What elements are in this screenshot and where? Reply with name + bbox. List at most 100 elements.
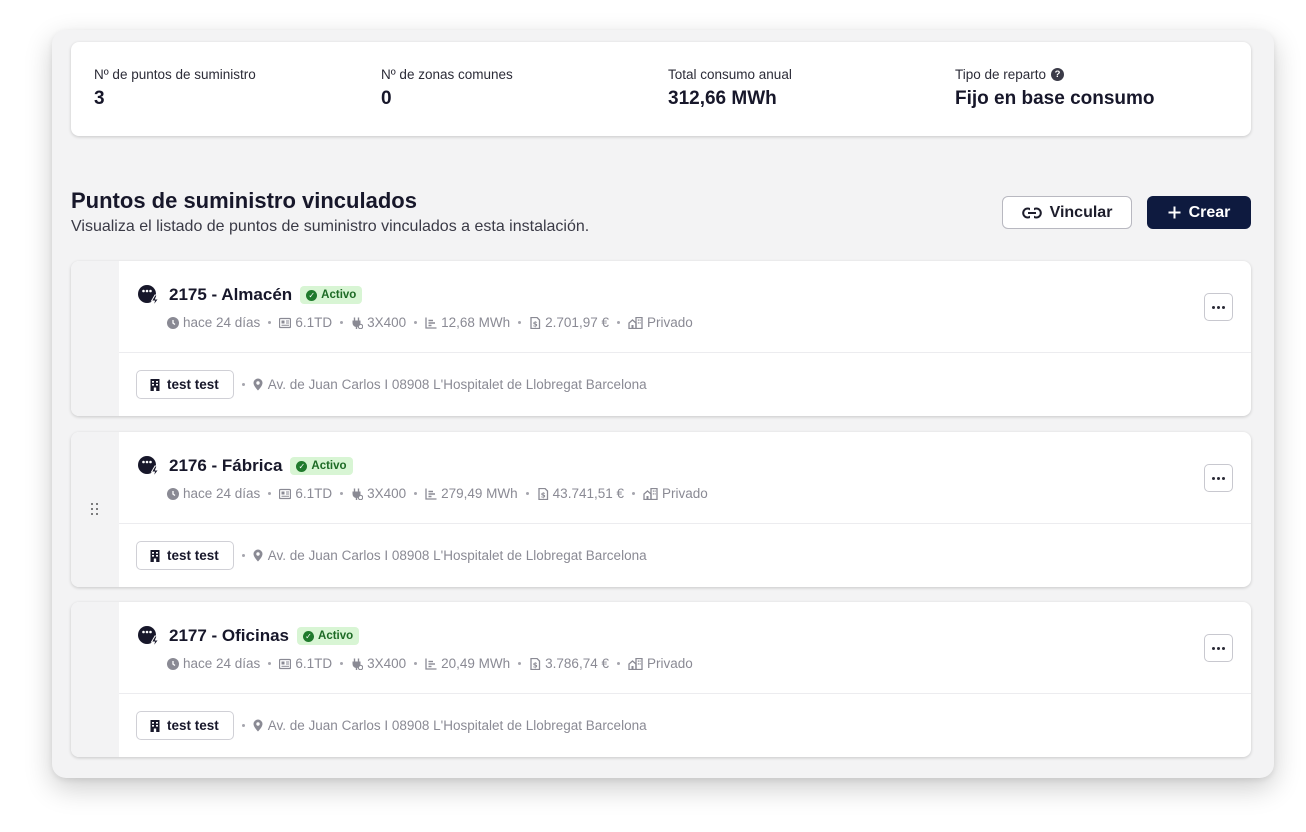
card-footer: test test Av. de Juan Carlos I 08908 L'H…: [136, 370, 647, 399]
create-button[interactable]: Crear: [1147, 196, 1251, 229]
meta-ownership: Privado: [643, 486, 708, 501]
svg-text:$: $: [533, 661, 538, 669]
check-circle-icon: ✓: [296, 460, 308, 472]
more-options-button[interactable]: [1204, 293, 1233, 321]
card-meta: hace 24 días 6.1TD 3X400 2: [167, 656, 693, 671]
meta-updated: hace 24 días: [167, 486, 260, 501]
svg-text:$: $: [540, 491, 545, 499]
meta-updated: hace 24 días: [167, 315, 260, 330]
card-meta: hace 24 días 6.1TD 3X400 2: [167, 486, 708, 501]
meta-voltage: 3X400: [351, 315, 406, 330]
stat-value: 0: [381, 88, 392, 109]
separator: [518, 662, 522, 665]
meta-voltage: 3X400: [351, 656, 406, 671]
plug-icon: [352, 488, 364, 500]
stat-supply-points: Nº de puntos de suministro 3: [94, 67, 256, 110]
stat-label: Tipo de reparto: [955, 67, 1047, 82]
more-dot: [1212, 476, 1215, 480]
bar-chart-icon: [425, 317, 437, 329]
separator: [414, 662, 418, 665]
separator: [340, 492, 344, 495]
bar-chart-icon: [425, 488, 437, 500]
building-icon: [643, 487, 658, 500]
tariff-icon: [279, 317, 292, 328]
separator: [241, 383, 245, 386]
address: Av. de Juan Carlos I 08908 L'Hospitalet …: [253, 377, 647, 392]
meta-voltage: 3X400: [351, 486, 406, 501]
link-icon: [1021, 206, 1042, 219]
drag-handle[interactable]: [71, 261, 119, 416]
meta-ownership-text: Privado: [646, 315, 693, 330]
meta-cost-text: 3.786,74 €: [545, 656, 609, 671]
separator: [241, 724, 245, 727]
plug-icon: [352, 317, 364, 329]
meta-consumption: 12,68 MWh: [425, 315, 510, 330]
clock-icon: [167, 487, 179, 500]
building-tag[interactable]: test test: [136, 370, 234, 399]
supply-point-card: 2176 - Fábrica ✓ Activo hace 24 días 6.1…: [71, 432, 1251, 587]
invoice-icon: $: [530, 657, 541, 670]
building-icon: [628, 316, 643, 329]
meta-consumption-text: 279,49 MWh: [441, 486, 518, 501]
svg-text:$: $: [533, 320, 538, 328]
meta-consumption-text: 20,49 MWh: [441, 656, 511, 671]
clock-icon: [167, 657, 179, 670]
meta-ownership: Privado: [628, 315, 693, 330]
card-title: 2177 - Oficinas: [169, 626, 290, 645]
supply-point-icon: [138, 456, 160, 478]
drag-handle[interactable]: [71, 602, 119, 757]
more-dot: [1217, 476, 1220, 480]
meta-tariff: 6.1TD: [279, 486, 332, 501]
invoice-icon: $: [538, 487, 548, 500]
meta-cost-text: 2.701,97 €: [545, 315, 609, 330]
supply-point-icon: [138, 626, 160, 648]
card-meta: hace 24 días 6.1TD 3X400 12,68 MWh $ 2.7…: [167, 315, 693, 330]
status-badge: ✓ Activo: [300, 286, 363, 304]
more-dot: [1222, 476, 1225, 480]
card-content: 2175 - Almacén ✓ Activo hace 24 días 6.1…: [119, 261, 1251, 416]
meta-tariff: 6.1TD: [279, 315, 332, 330]
more-options-button[interactable]: [1204, 464, 1233, 492]
meta-consumption: 279,49 MWh: [425, 486, 518, 501]
link-button[interactable]: Vincular: [1002, 196, 1132, 229]
card-footer: test test Av. de Juan Carlos I 08908 L'H…: [136, 711, 647, 740]
meta-tariff-text: 6.1TD: [295, 486, 333, 501]
more-dot: [1212, 305, 1215, 309]
invoice-icon: $: [530, 316, 541, 329]
separator: [414, 492, 418, 495]
check-circle-icon: ✓: [303, 630, 315, 642]
card-header: 2176 - Fábrica ✓ Activo hace 24 días 6.1…: [119, 432, 1251, 524]
separator: [268, 321, 272, 324]
building-tag[interactable]: test test: [136, 711, 234, 740]
help-icon[interactable]: ?: [1051, 68, 1065, 81]
address-text: Av. de Juan Carlos I 08908 L'Hospitalet …: [267, 718, 647, 733]
meta-voltage-text: 3X400: [367, 315, 407, 330]
meta-voltage-text: 3X400: [367, 486, 407, 501]
card-title-row: 2175 - Almacén ✓ Activo: [137, 283, 363, 307]
meta-ownership-text: Privado: [662, 486, 708, 501]
separator: [340, 321, 344, 324]
supply-point-card: 2175 - Almacén ✓ Activo hace 24 días 6.1…: [71, 261, 1251, 416]
card-title: 2175 - Almacén: [169, 285, 293, 304]
create-button-label: Crear: [1188, 203, 1231, 221]
check-circle-icon: ✓: [306, 289, 318, 301]
stat-annual-consumption: Total consumo anual 312,66 MWh: [668, 67, 792, 110]
meta-ownership-text: Privado: [646, 656, 693, 671]
stat-common-zones: Nº de zonas comunes 0: [381, 67, 513, 110]
section-title: Puntos de suministro vinculados: [71, 188, 417, 213]
drag-icon: [91, 502, 99, 517]
separator: [241, 554, 245, 557]
meta-updated-text: hace 24 días: [183, 315, 261, 330]
separator: [518, 321, 522, 324]
building-icon: [150, 378, 160, 391]
building-tag-label: test test: [167, 377, 219, 392]
meta-tariff-text: 6.1TD: [295, 656, 333, 671]
meta-ownership: Privado: [628, 656, 693, 671]
more-options-button[interactable]: [1204, 634, 1233, 662]
stat-distribution-type: Tipo de reparto ? Fijo en base consumo: [955, 67, 1155, 110]
building-tag[interactable]: test test: [136, 541, 234, 570]
more-dot: [1217, 305, 1220, 309]
card-header: 2175 - Almacén ✓ Activo hace 24 días 6.1…: [119, 261, 1251, 353]
drag-handle[interactable]: [71, 432, 119, 587]
separator: [525, 492, 529, 495]
